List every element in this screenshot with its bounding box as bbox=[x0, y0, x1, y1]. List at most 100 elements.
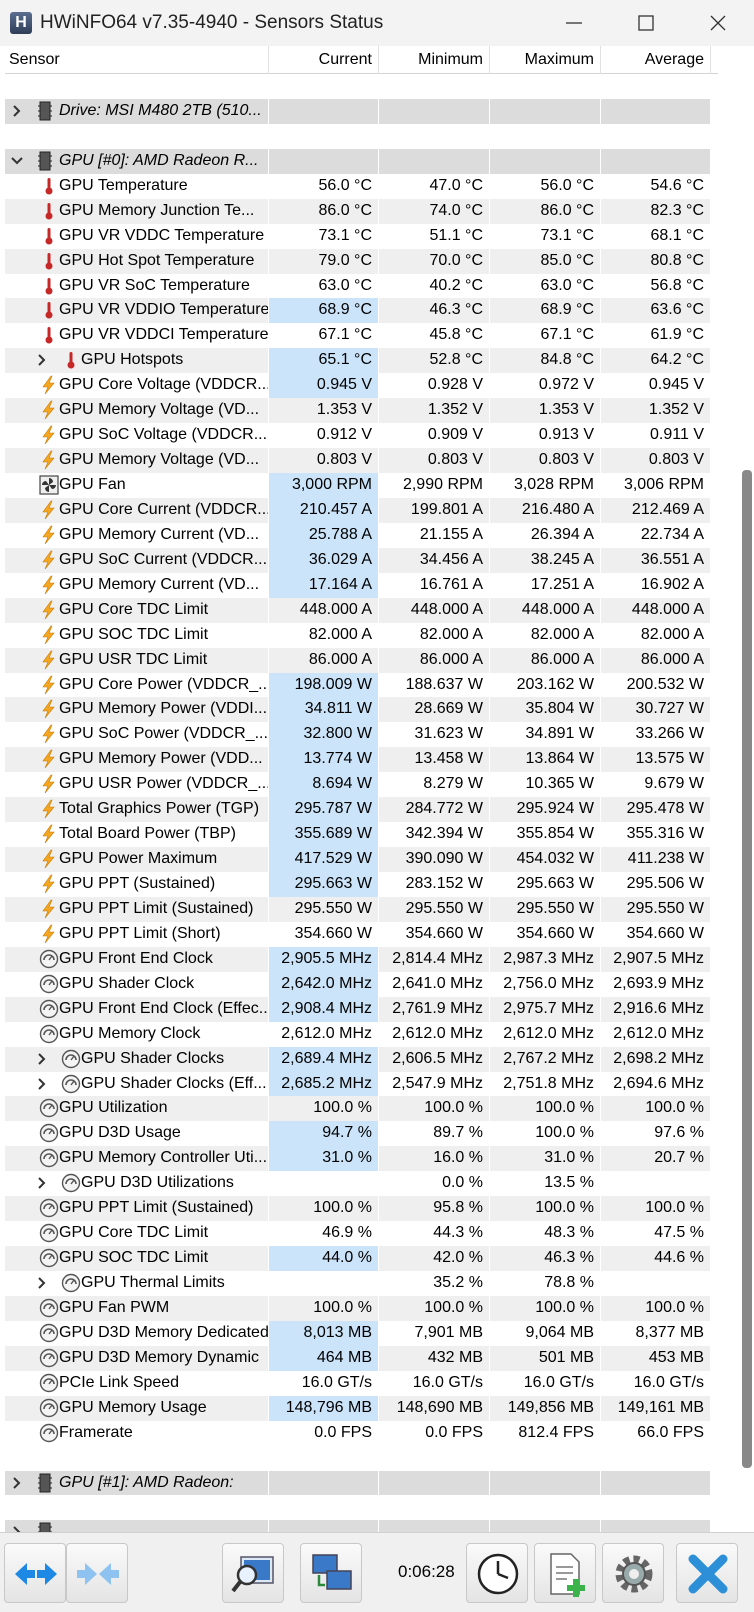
column-header: Sensor Current Minimum Maximum Average bbox=[5, 46, 718, 74]
sensor-row[interactable]: Total Graphics Power (TGP) 295.787 W 284.7… bbox=[5, 797, 718, 823]
sensor-name-cell: GPU D3D Memory Dedicated bbox=[5, 1320, 269, 1346]
sensor-row[interactable]: GPU Core TDC Limit 448.000 A 448.000 A 448.… bbox=[5, 597, 718, 623]
sensor-row[interactable]: GPU Memory Current (VD... 25.788 A 21.155 … bbox=[5, 522, 718, 548]
close-window-button[interactable] bbox=[682, 0, 754, 46]
sensor-row[interactable]: GPU Core TDC Limit 46.9 % 44.3 % 48.3 % 47.5… bbox=[5, 1221, 718, 1247]
sensor-label: PCIe Link Speed bbox=[59, 1373, 180, 1391]
minimize-button[interactable] bbox=[538, 0, 610, 46]
sensor-row[interactable]: GPU Memory Junction Te... 86.0 °C 74.0 °C 8… bbox=[5, 198, 718, 224]
sensor-row[interactable]: GPU PPT Limit (Sustained) 100.0 % 95.8 % 10… bbox=[5, 1196, 718, 1222]
sensor-row[interactable]: PCIe Link Speed 16.0 GT/s 16.0 GT/s 16.0 GT… bbox=[5, 1370, 718, 1396]
sensor-row[interactable]: GPU USR Power (VDDCR_... 8.694 W 8.279 W 10… bbox=[5, 772, 718, 798]
sensor-name-cell: GPU D3D Utilizations bbox=[5, 1171, 269, 1197]
sensor-row[interactable]: GPU Fan PWM 100.0 % 100.0 % 100.0 % 100.0 % bbox=[5, 1295, 718, 1321]
sensor-row[interactable]: GPU Core Power (VDDCR_... 198.009 W 188.63… bbox=[5, 672, 718, 698]
sensor-row[interactable]: GPU Memory Voltage (VD... 0.803 V 0.803 V0… bbox=[5, 448, 718, 473]
sensor-row[interactable]: GPU Front End Clock (Effec... 2,908.4 MHz… bbox=[5, 996, 718, 1022]
sensor-row[interactable]: GPU Hotspots 65.1 °C 52.8 °C 84.8 °C 64.2 °C bbox=[5, 348, 718, 374]
chevron-right-icon[interactable] bbox=[36, 348, 48, 372]
sensor-row[interactable]: GPU Core Current (VDDCR... 210.457 A 199.8… bbox=[5, 497, 718, 523]
sensor-row[interactable]: GPU SoC Power (VDDCR_... 32.800 W 31.623 W… bbox=[5, 722, 718, 748]
sensor-row[interactable]: GPU Memory Current (VD... 17.164 A 16.761 … bbox=[5, 572, 718, 598]
vertical-scrollbar[interactable] bbox=[718, 46, 754, 1532]
maximum-value: 56.0 °C bbox=[490, 173, 601, 199]
chevron-right-icon[interactable] bbox=[11, 1471, 23, 1495]
sensor-row[interactable]: GPU USR TDC Limit 86.000 A 86.000 A 86.000 … bbox=[5, 647, 718, 673]
sensor-group-row[interactable] bbox=[5, 1520, 718, 1532]
sensor-group-row[interactable]: GPU [#1]: AMD Radeon: bbox=[5, 1470, 718, 1496]
column-sensor[interactable]: Sensor bbox=[5, 46, 269, 74]
sensor-row[interactable]: GPU Utilization 100.0 % 100.0 % 100.0 % 100.… bbox=[5, 1096, 718, 1122]
sensor-row[interactable]: Total Board Power (TBP) 355.689 W 342.394 … bbox=[5, 822, 718, 848]
sensor-name-cell: GPU Shader Clock bbox=[5, 971, 269, 997]
sensor-row[interactable]: GPU D3D Usage 94.7 % 89.7 % 100.0 % 97.6 % bbox=[5, 1121, 718, 1147]
chevron-right-icon[interactable] bbox=[36, 1047, 48, 1071]
sensor-row[interactable]: GPU Thermal Limits 35.2 % 78.8 % bbox=[5, 1271, 718, 1296]
column-maximum[interactable]: Maximum bbox=[490, 46, 601, 74]
sensor-row[interactable]: GPU SoC Current (VDDCR... 36.029 A 34.456 … bbox=[5, 547, 718, 573]
sensor-row[interactable]: GPU Memory Power (VDD... 13.774 W 13.458 W… bbox=[5, 747, 718, 773]
chevron-right-icon[interactable] bbox=[36, 1271, 48, 1295]
sensor-row[interactable]: GPU SOC TDC Limit 44.0 % 42.0 % 46.3 % 44.6 … bbox=[5, 1246, 718, 1271]
clock-button[interactable] bbox=[466, 1543, 528, 1603]
sensor-group-row[interactable]: Drive: MSI M480 2TB (510... bbox=[5, 98, 718, 124]
sensor-row[interactable]: GPU PPT (Sustained) 295.663 W 283.152 W 295… bbox=[5, 872, 718, 897]
chevron-right-icon[interactable] bbox=[36, 1171, 48, 1195]
nav-left-right-button[interactable] bbox=[4, 1543, 66, 1603]
sensor-row[interactable]: GPU Memory Voltage (VD... 1.353 V 1.352 V1… bbox=[5, 398, 718, 424]
minimum-value: 95.8 % bbox=[379, 1196, 490, 1222]
sensor-row[interactable]: GPU Power Maximum 417.529 W 390.090 W 454.0… bbox=[5, 847, 718, 872]
close-icon bbox=[710, 15, 726, 31]
sensor-row[interactable]: GPU VR SoC Temperature 63.0 °C 40.2 °C 63.0… bbox=[5, 273, 718, 299]
sensor-row[interactable]: GPU D3D Memory Dedicated 8,013 MB 7,901 MB… bbox=[5, 1320, 718, 1346]
sensor-row[interactable]: GPU Shader Clock 2,642.0 MHz 2,641.0 MHz 2,… bbox=[5, 971, 718, 997]
sensor-row[interactable]: GPU Core Voltage (VDDCR... 0.945 V 0.928 V… bbox=[5, 373, 718, 399]
sensor-label: GPU D3D Utilizations bbox=[81, 1174, 234, 1192]
sensor-row[interactable]: GPU Memory Controller Uti... 31.0 % 16.0 %… bbox=[5, 1146, 718, 1172]
column-minimum[interactable]: Minimum bbox=[379, 46, 490, 74]
network-monitor-button[interactable] bbox=[300, 1543, 362, 1603]
sensor-row[interactable]: Framerate 0.0 FPS 0.0 FPS 812.4 FPS 66.0 FPS bbox=[5, 1420, 718, 1446]
sensor-row[interactable]: GPU Memory Power (VDDI... 34.811 W 28.669 … bbox=[5, 697, 718, 723]
report-add-button[interactable] bbox=[534, 1543, 596, 1603]
chevron-right-icon[interactable] bbox=[11, 99, 23, 123]
sensor-row[interactable]: GPU Shader Clocks 2,689.4 MHz 2,606.5 MHz 2… bbox=[5, 1046, 718, 1072]
sensor-label: GPU Memory Clock bbox=[59, 1024, 201, 1042]
close-sensors-button[interactable] bbox=[676, 1543, 738, 1603]
sensor-row[interactable]: GPU D3D Memory Dynamic 464 MB 432 MB 501 MB… bbox=[5, 1345, 718, 1371]
sensor-row[interactable]: GPU PPT Limit (Sustained) 295.550 W 295.55… bbox=[5, 896, 718, 922]
sensor-name-cell: GPU Memory Controller Uti... bbox=[5, 1146, 269, 1172]
minimum-value: 432 MB bbox=[379, 1345, 490, 1371]
sensor-row[interactable]: GPU Memory Usage 148,796 MB 148,690 MB 149,… bbox=[5, 1395, 718, 1421]
average-value: 16.0 GT/s bbox=[601, 1370, 711, 1396]
minimum-value: 44.3 % bbox=[379, 1221, 490, 1247]
chevron-right-icon[interactable] bbox=[11, 1520, 23, 1532]
settings-button[interactable] bbox=[602, 1543, 664, 1603]
sensor-row[interactable]: GPU Front End Clock 2,905.5 MHz 2,814.4 MH… bbox=[5, 946, 718, 972]
column-average[interactable]: Average bbox=[601, 46, 711, 74]
sensor-label: Total Graphics Power (TGP) bbox=[59, 800, 260, 818]
sensor-row[interactable]: GPU PPT Limit (Short) 354.660 W 354.660 W3… bbox=[5, 921, 718, 947]
sensor-row[interactable]: GPU VR VDDC Temperature 73.1 °C 51.1 °C 73.… bbox=[5, 223, 718, 249]
average-value: 86.000 A bbox=[601, 647, 711, 673]
sensor-search-button[interactable] bbox=[222, 1543, 284, 1603]
minimum-value: 2,547.9 MHz bbox=[379, 1071, 490, 1097]
sensor-group-row[interactable]: GPU [#0]: AMD Radeon R... bbox=[5, 148, 718, 174]
chevron-right-icon[interactable] bbox=[36, 1072, 48, 1096]
sensor-row[interactable]: GPU SOC TDC Limit 82.000 A 82.000 A 82.000 … bbox=[5, 622, 718, 648]
sensor-row[interactable]: GPU Shader Clocks (Eff... 2,685.2 MHz 2,54… bbox=[5, 1071, 718, 1097]
scrollbar-thumb[interactable] bbox=[742, 470, 752, 1468]
sensor-name-cell: Drive: MSI M480 2TB (510... bbox=[5, 98, 269, 124]
sensor-row[interactable]: GPU D3D Utilizations 0.0 % 13.5 % bbox=[5, 1171, 718, 1197]
sensor-row[interactable]: GPU VR VDDIO Temperature 68.9 °C 46.3 °C 68… bbox=[5, 298, 718, 324]
sensor-row[interactable]: GPU Hot Spot Temperature 79.0 °C 70.0 °C 85… bbox=[5, 248, 718, 274]
sensor-row[interactable]: GPU VR VDDCI Temperature 67.1 °C 45.8 °C 67… bbox=[5, 323, 718, 349]
sensor-row[interactable]: GPU SoC Voltage (VDDCR... 0.912 V 0.909 V0… bbox=[5, 423, 718, 449]
nav-collapse-button[interactable] bbox=[66, 1543, 128, 1603]
sensor-row[interactable]: GPU Fan 3,000 RPM 2,990 RPM 3,028 RPM 3,006 … bbox=[5, 473, 718, 498]
column-current[interactable]: Current bbox=[269, 46, 379, 74]
chevron-down-icon[interactable] bbox=[11, 149, 23, 173]
sensor-row[interactable]: GPU Temperature 56.0 °C 47.0 °C 56.0 °C 54.6… bbox=[5, 173, 718, 199]
maximize-button[interactable] bbox=[610, 0, 682, 46]
sensor-row[interactable]: GPU Memory Clock 2,612.0 MHz 2,612.0 MHz 2,… bbox=[5, 1021, 718, 1047]
